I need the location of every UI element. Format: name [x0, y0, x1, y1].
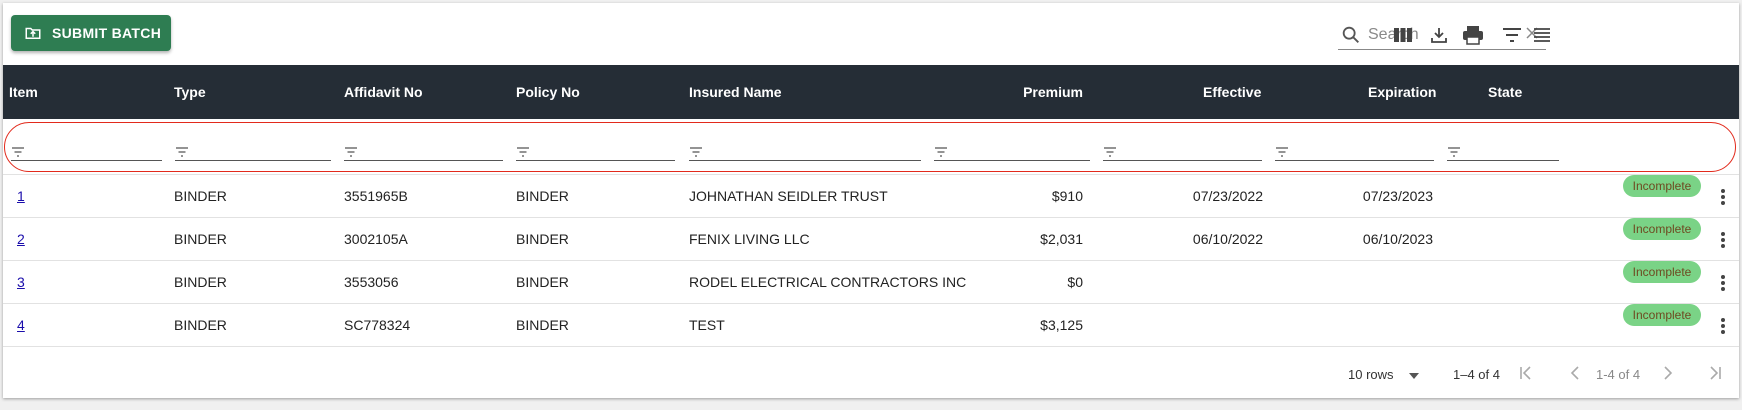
filter-input-item[interactable] — [11, 139, 162, 161]
column-header-item[interactable]: Item — [9, 65, 38, 119]
submit-batch-label: SUBMIT BATCH — [52, 25, 162, 41]
column-header-premium[interactable]: Premium — [983, 65, 1083, 119]
filter-icon — [12, 147, 24, 157]
cell-policy-no: BINDER — [516, 188, 569, 204]
cell-expiration: 06/10/2023 — [1362, 231, 1433, 247]
filter-icon — [1448, 147, 1460, 157]
cell-insured-name: TEST — [689, 317, 725, 333]
row-menu-icon[interactable] — [1720, 317, 1726, 335]
filter-icon[interactable] — [1499, 22, 1525, 48]
previous-page-icon[interactable] — [1570, 366, 1580, 383]
table-row[interactable]: 2 BINDER 3002105A BINDER FENIX LIVING LL… — [3, 218, 1739, 261]
cell-type: BINDER — [174, 188, 227, 204]
rows-per-page-value: 10 rows — [1348, 367, 1394, 382]
cell-effective: 06/10/2022 — [1192, 231, 1263, 247]
item-link[interactable]: 4 — [17, 317, 25, 333]
filter-icon — [517, 147, 529, 157]
filter-input-policy-no[interactable] — [516, 139, 675, 161]
filter-input-insured-name[interactable] — [689, 139, 921, 161]
cell-affidavit-no: SC778324 — [344, 317, 411, 333]
columns-icon[interactable] — [1390, 22, 1416, 48]
filter-input-expiration[interactable] — [1275, 139, 1434, 161]
next-page-icon[interactable] — [1663, 366, 1673, 383]
column-filter-row — [3, 119, 1739, 175]
upload-folder-icon — [25, 27, 41, 39]
column-header-type[interactable]: Type — [174, 65, 206, 119]
status-badge: Incomplete — [1623, 261, 1701, 283]
filter-icon — [935, 147, 947, 157]
filter-input-premium[interactable] — [934, 139, 1090, 161]
cell-premium: $2,031 — [1040, 231, 1083, 247]
filter-input-affidavit-no[interactable] — [344, 139, 503, 161]
cell-insured-name: JOHNATHAN SEIDLER TRUST — [689, 188, 888, 204]
page-indicator: 1-4 of 4 — [1596, 367, 1641, 382]
item-link[interactable]: 2 — [17, 231, 25, 247]
cell-type: BINDER — [174, 231, 227, 247]
rows-per-page-select[interactable]: 10 rows — [1348, 367, 1420, 382]
cell-insured-name: FENIX LIVING LLC — [689, 231, 810, 247]
item-link[interactable]: 1 — [17, 188, 25, 204]
search-icon — [1342, 26, 1359, 43]
cell-policy-no: BINDER — [516, 317, 569, 333]
print-icon[interactable] — [1460, 22, 1486, 48]
filter-icon — [1276, 147, 1288, 157]
chevron-down-icon — [1409, 372, 1420, 379]
cell-expiration — [1333, 304, 1433, 347]
filter-input-effective[interactable] — [1103, 139, 1262, 161]
cell-type: BINDER — [174, 317, 227, 333]
column-header-expiration[interactable]: Expiration — [1368, 65, 1436, 119]
filter-icon — [176, 147, 188, 157]
row-menu-icon[interactable] — [1720, 274, 1726, 292]
filter-icon — [690, 147, 702, 157]
cell-effective — [1163, 261, 1263, 304]
table-row[interactable]: 1 BINDER 3551965B BINDER JOHNATHAN SEIDL… — [3, 175, 1739, 218]
cell-premium: $3,125 — [1040, 317, 1083, 333]
download-icon[interactable] — [1426, 22, 1452, 48]
column-header-effective[interactable]: Effective — [1203, 65, 1261, 119]
row-menu-icon[interactable] — [1720, 231, 1726, 249]
column-header-affidavit-no[interactable]: Affidavit No — [344, 65, 423, 119]
filter-icon — [345, 147, 357, 157]
cell-policy-no: BINDER — [516, 274, 569, 290]
cell-effective — [1163, 304, 1263, 347]
pagination-range: 1–4 of 4 — [1453, 367, 1500, 382]
filter-input-type[interactable] — [175, 139, 331, 161]
cell-expiration — [1333, 261, 1433, 304]
column-header-insured-name[interactable]: Insured Name — [689, 65, 782, 119]
cell-type: BINDER — [174, 274, 227, 290]
status-badge: Incomplete — [1623, 218, 1701, 240]
cell-effective: 07/23/2022 — [1192, 188, 1263, 204]
cell-affidavit-no: 3002105A — [344, 231, 408, 247]
column-header-state[interactable]: State — [1488, 65, 1522, 119]
filter-icon — [1104, 147, 1116, 157]
data-table-card: SUBMIT BATCH Item Type Affidavit No Poli… — [3, 3, 1739, 398]
table-header: Item Type Affidavit No Policy No Insured… — [3, 65, 1739, 119]
submit-batch-button[interactable]: SUBMIT BATCH — [11, 15, 171, 51]
item-link[interactable]: 3 — [17, 274, 25, 290]
cell-insured-name: RODEL ELECTRICAL CONTRACTORS INC — [689, 274, 967, 290]
pagination-bar: 10 rows 1–4 of 4 1-4 of 4 — [3, 349, 1739, 398]
column-header-policy-no[interactable]: Policy No — [516, 65, 580, 119]
status-badge: Incomplete — [1623, 175, 1701, 197]
view-list-icon[interactable] — [1529, 22, 1555, 48]
first-page-icon[interactable] — [1519, 366, 1533, 383]
cell-premium: $0 — [1067, 274, 1083, 290]
filter-input-state[interactable] — [1447, 139, 1559, 161]
row-menu-icon[interactable] — [1720, 188, 1726, 206]
table-toolbar: SUBMIT BATCH — [3, 3, 1739, 65]
cell-policy-no: BINDER — [516, 231, 569, 247]
last-page-icon[interactable] — [1708, 366, 1722, 383]
cell-premium: $910 — [1051, 188, 1083, 204]
cell-expiration: 07/23/2023 — [1362, 188, 1433, 204]
cell-affidavit-no: 3551965B — [344, 188, 408, 204]
table-row[interactable]: 4 BINDER SC778324 BINDER TEST $3,125 Inc… — [3, 304, 1739, 347]
table-row[interactable]: 3 BINDER 3553056 BINDER RODEL ELECTRICAL… — [3, 261, 1739, 304]
status-badge: Incomplete — [1623, 304, 1701, 326]
cell-affidavit-no: 3553056 — [344, 274, 399, 290]
